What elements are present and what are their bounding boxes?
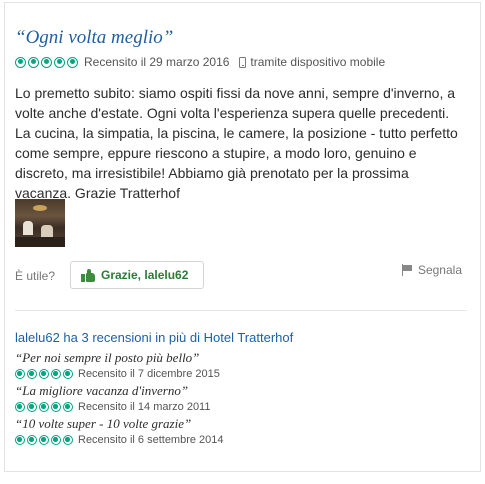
thumbs-up-icon bbox=[81, 268, 95, 282]
more-review-title[interactable]: “10 volte super - 10 volte grazie” bbox=[15, 415, 467, 432]
thanks-button-label: Grazie, lalelu62 bbox=[101, 268, 189, 282]
list-item: “10 volte super - 10 volte grazie” Recen… bbox=[15, 415, 467, 448]
list-item: “Per noi sempre il posto più bello” Rece… bbox=[15, 349, 467, 382]
more-review-meta: Recensito il 7 dicembre 2015 bbox=[15, 366, 467, 382]
review-photo-thumbnail[interactable] bbox=[15, 199, 65, 247]
more-review-date: Recensito il 6 settembre 2014 bbox=[78, 434, 224, 446]
more-review-date: Recensito il 7 dicembre 2015 bbox=[78, 368, 220, 380]
more-reviews-heading[interactable]: lalelu62 ha 3 recensioni in più di Hotel… bbox=[15, 330, 293, 345]
more-review-title[interactable]: “Per noi sempre il posto più bello” bbox=[15, 349, 467, 366]
bubble-rating-icon bbox=[15, 56, 78, 68]
mobile-phone-icon bbox=[239, 56, 247, 68]
flag-icon bbox=[401, 264, 414, 276]
more-review-meta: Recensito il 14 marzo 2011 bbox=[15, 399, 467, 415]
more-review-meta: Recensito il 6 settembre 2014 bbox=[15, 432, 467, 448]
bubble-rating-icon bbox=[15, 435, 73, 445]
review-title[interactable]: “Ogni volta meglio” bbox=[15, 27, 173, 49]
more-reviews-list: “Per noi sempre il posto più bello” Rece… bbox=[15, 349, 467, 448]
list-item: “La migliore vacanza d'inverno” Recensit… bbox=[15, 382, 467, 415]
bubble-rating-icon bbox=[15, 369, 73, 379]
review-device: tramite dispositivo mobile bbox=[250, 55, 386, 69]
more-review-date: Recensito il 14 marzo 2011 bbox=[78, 401, 211, 413]
review-meta: Recensito il 29 marzo 2016 tramite dispo… bbox=[15, 54, 385, 70]
bubble-rating-icon bbox=[15, 402, 73, 412]
report-label: Segnala bbox=[417, 263, 462, 277]
review-date: Recensito il 29 marzo 2016 bbox=[84, 55, 230, 69]
report-link[interactable]: Segnala bbox=[401, 263, 462, 277]
review-body: Lo premetto subito: siamo ospiti fissi d… bbox=[15, 85, 458, 201]
review-card: “Ogni volta meglio” Recensito il 29 marz… bbox=[4, 2, 481, 472]
helpful-label: È utile? bbox=[15, 269, 56, 283]
thanks-button[interactable]: Grazie, lalelu62 bbox=[70, 261, 204, 289]
divider bbox=[15, 310, 467, 311]
more-review-title[interactable]: “La migliore vacanza d'inverno” bbox=[15, 382, 467, 399]
